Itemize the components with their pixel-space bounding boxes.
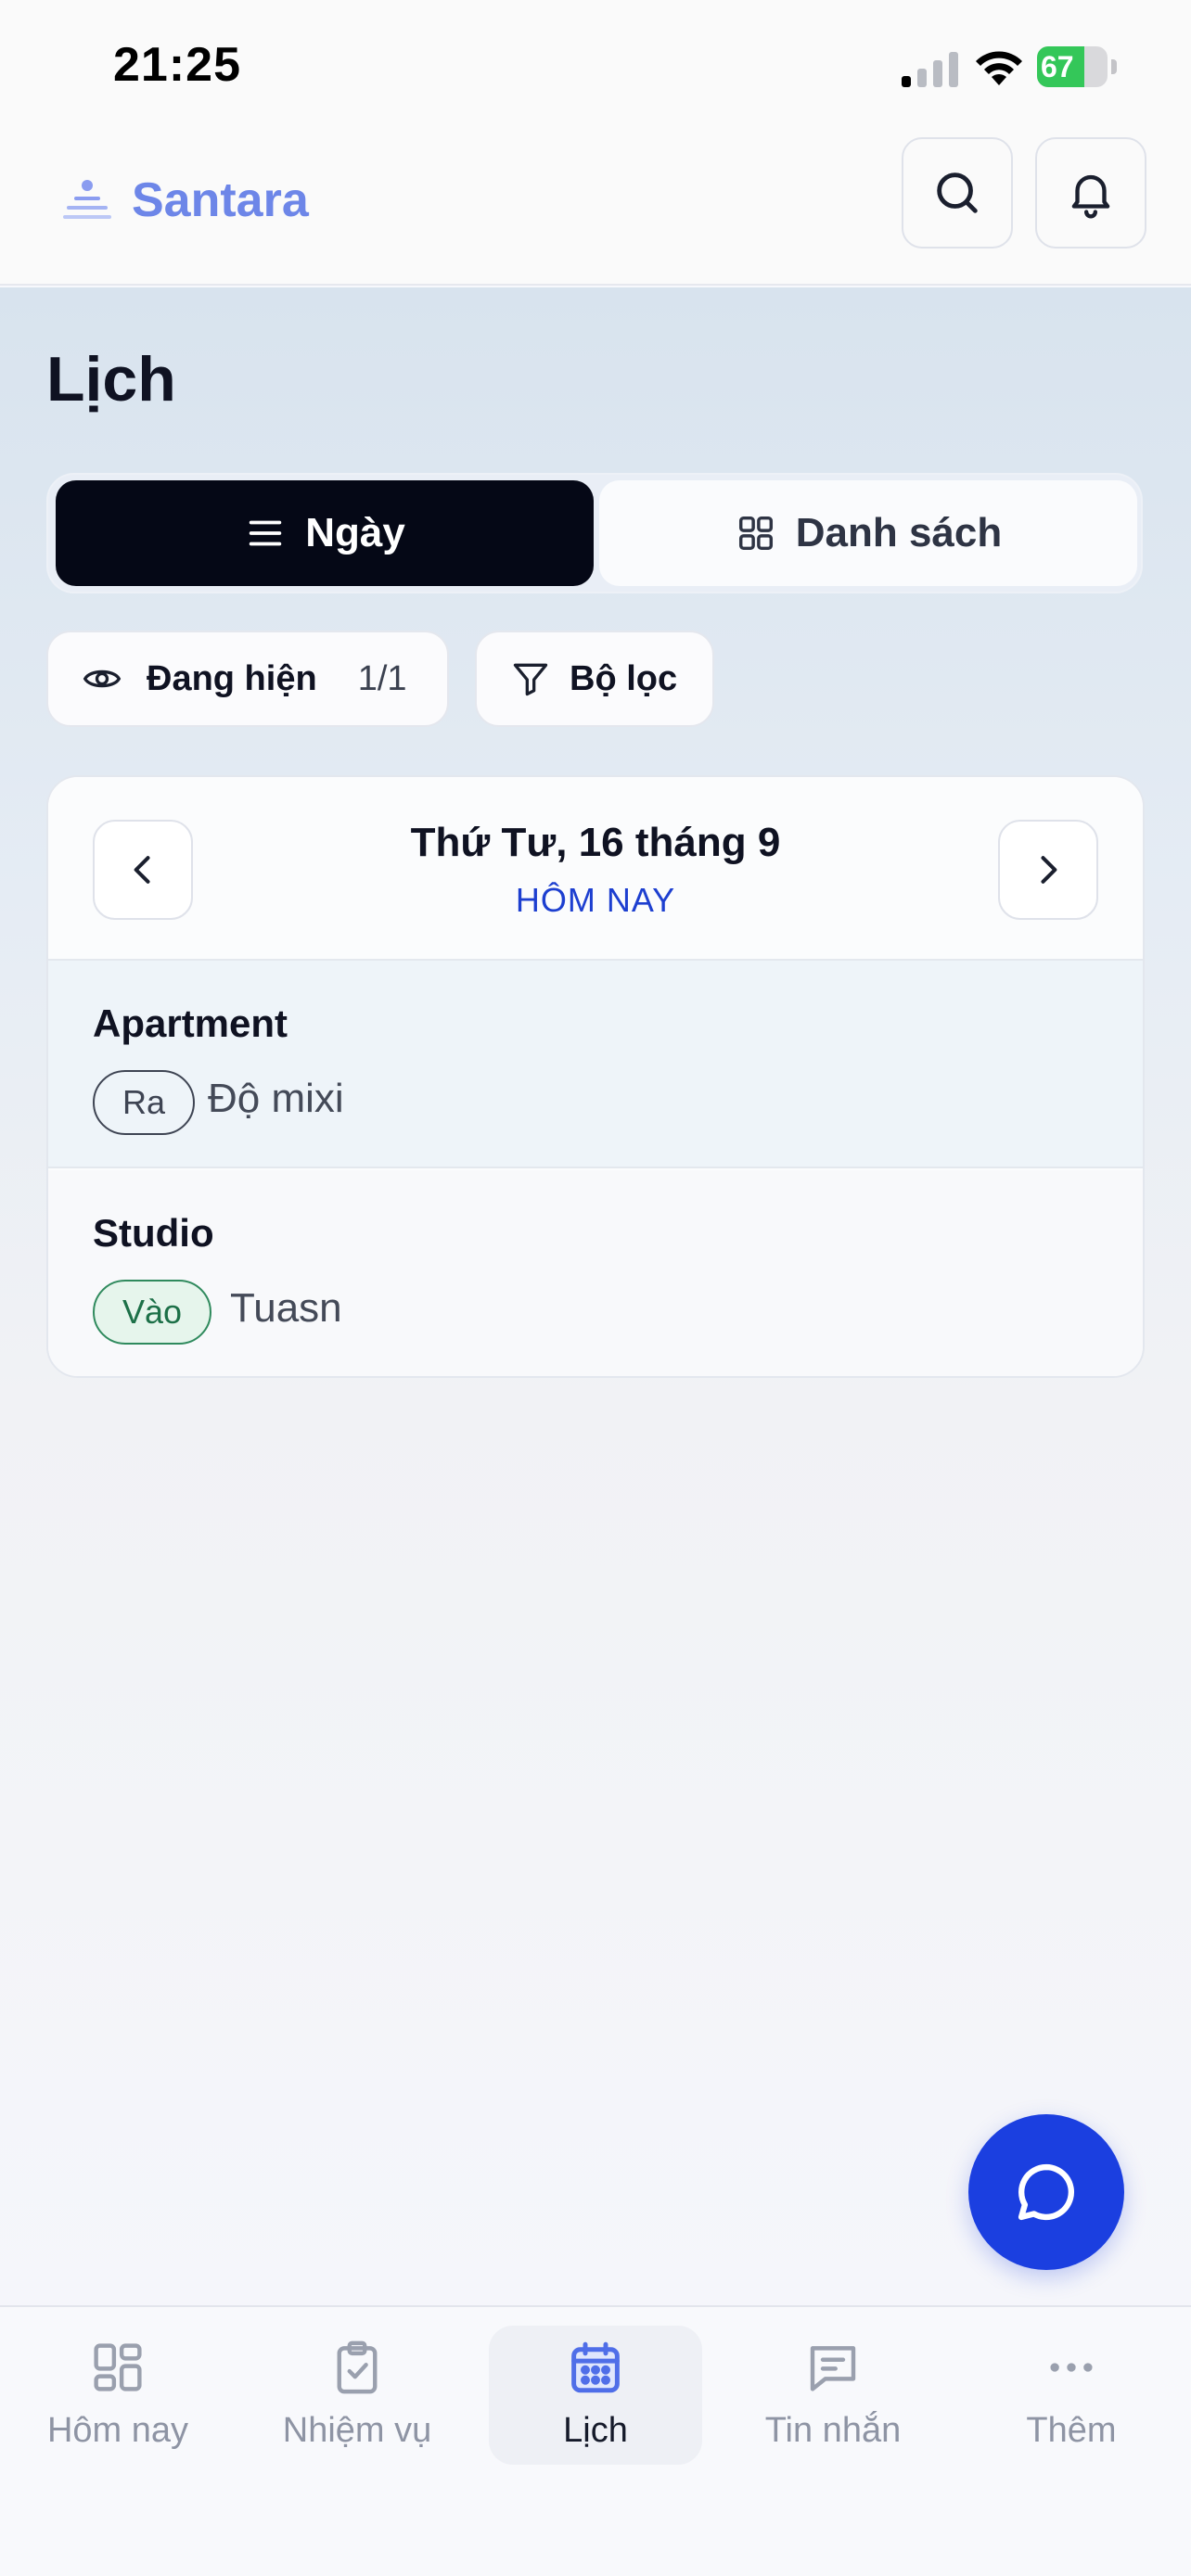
nav-label: Lịch bbox=[563, 2411, 628, 2450]
filter-chip[interactable]: Bộ lọc bbox=[475, 631, 714, 727]
day-schedule-card: Thứ Tư, 16 tháng 9 HÔM NAY Apartment Ra … bbox=[46, 775, 1145, 1378]
nav-item-calendar[interactable]: Lịch bbox=[489, 2326, 702, 2465]
grid-icon bbox=[738, 516, 773, 551]
today-label[interactable]: HÔM NAY bbox=[48, 881, 1143, 920]
nav-label: Thêm bbox=[1026, 2411, 1117, 2450]
date-navigator: Thứ Tư, 16 tháng 9 HÔM NAY bbox=[48, 777, 1143, 961]
showing-label: Đang hiện bbox=[147, 658, 317, 698]
battery-percent: 67 bbox=[1041, 50, 1074, 83]
clipboard-check-icon bbox=[337, 2340, 378, 2394]
bell-icon bbox=[1071, 174, 1110, 219]
day-view-tab[interactable]: Ngày bbox=[56, 480, 594, 586]
chat-bubble-icon bbox=[1018, 2163, 1075, 2221]
entry-person: Tuasn bbox=[230, 1285, 342, 1331]
page-title: Lịch bbox=[46, 344, 176, 414]
next-day-button[interactable] bbox=[998, 820, 1098, 920]
nav-item-tasks[interactable]: Nhiệm vụ bbox=[250, 2326, 464, 2465]
calendar-icon bbox=[571, 2341, 620, 2393]
list-view-tab[interactable]: Danh sách bbox=[599, 480, 1137, 586]
main-content: Lịch Ngày Danh sách Đang hiện 1/1 Bộ lọc bbox=[0, 287, 1191, 2305]
entry-place: Apartment bbox=[93, 1001, 288, 1045]
brand-name: Santara bbox=[132, 173, 309, 227]
schedule-entry[interactable]: Apartment Ra Độ mixi bbox=[48, 961, 1143, 1168]
filter-label: Bộ lọc bbox=[570, 658, 678, 698]
dashboard-grid-icon bbox=[94, 2343, 142, 2391]
search-button[interactable] bbox=[902, 137, 1013, 249]
message-icon bbox=[810, 2346, 856, 2391]
list-view-label: Danh sách bbox=[795, 510, 1003, 555]
bottom-nav: Hôm nay Nhiệm vụ Lịch Tin nhắn Thêm bbox=[0, 2305, 1191, 2576]
more-dots-icon bbox=[1050, 2363, 1093, 2372]
status-bar: 21:25 67 bbox=[0, 0, 1191, 130]
day-view-label: Ngày bbox=[305, 510, 405, 555]
eye-icon bbox=[83, 670, 122, 688]
brand[interactable]: Santara bbox=[59, 163, 309, 237]
showing-count: 1/1 bbox=[357, 658, 407, 698]
filter-funnel-icon bbox=[513, 663, 548, 696]
view-toggle: Ngày Danh sách bbox=[46, 473, 1143, 593]
notifications-button[interactable] bbox=[1035, 137, 1146, 249]
cellular-signal-icon bbox=[902, 52, 958, 87]
app-header: Santara bbox=[0, 130, 1191, 286]
entry-place: Studio bbox=[93, 1211, 214, 1255]
entry-person: Độ mixi bbox=[208, 1076, 344, 1121]
direction-badge-out: Ra bbox=[93, 1070, 196, 1135]
chevron-right-icon bbox=[1041, 856, 1057, 884]
schedule-entry[interactable]: Studio Vào Tuasn bbox=[48, 1170, 1143, 1376]
current-date: Thứ Tư, 16 tháng 9 bbox=[410, 820, 781, 865]
showing-chip[interactable]: Đang hiện 1/1 bbox=[46, 631, 449, 727]
status-time: 21:25 bbox=[113, 38, 241, 92]
battery-charging-icon: 67 bbox=[1037, 46, 1117, 87]
nav-item-messages[interactable]: Tin nhắn bbox=[726, 2326, 940, 2465]
wifi-icon bbox=[976, 51, 1022, 85]
chat-fab-button[interactable] bbox=[968, 2114, 1124, 2270]
santara-logo-icon bbox=[63, 180, 111, 219]
menu-lines-icon bbox=[249, 520, 282, 546]
nav-item-today[interactable]: Hôm nay bbox=[11, 2326, 224, 2465]
nav-label: Tin nhắn bbox=[764, 2411, 902, 2450]
nav-item-more[interactable]: Thêm bbox=[965, 2326, 1178, 2465]
nav-label: Hôm nay bbox=[46, 2411, 189, 2450]
nav-label: Nhiệm vụ bbox=[282, 2411, 432, 2450]
search-icon bbox=[937, 172, 978, 213]
direction-badge-in: Vào bbox=[93, 1280, 212, 1345]
